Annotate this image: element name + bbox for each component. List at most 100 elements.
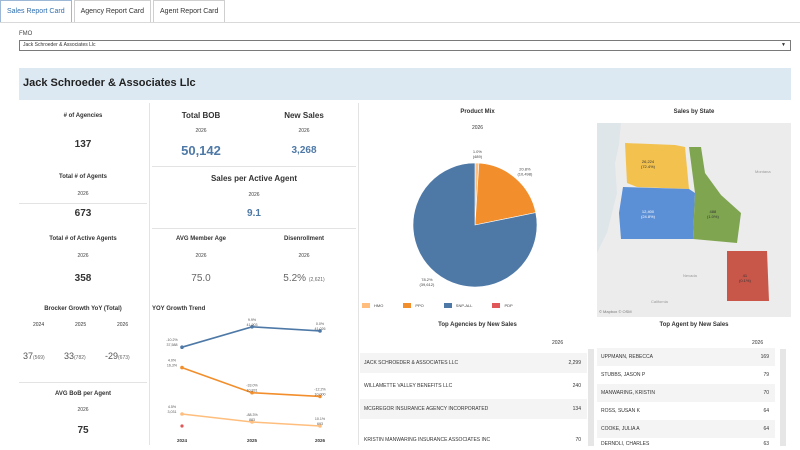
trend-point[interactable] — [180, 365, 184, 370]
product-mix-pie: 1.0% (489) 20.8% (10,498) 78.2% (39,612) — [412, 149, 538, 288]
active-agents-value: 358 — [74, 273, 92, 284]
trend-x-label: 2025 — [247, 438, 258, 443]
avg-bob-title: AVG BoB per Agent — [54, 391, 111, 397]
new-sales-year: 2026 — [298, 128, 310, 134]
agency-name: JACK SCHROEDER & ASSOCIATES LLC — [364, 360, 459, 366]
avg-member-age-card: AVG Member Age 2026 75.0 — [152, 230, 250, 292]
state-wa[interactable] — [625, 143, 689, 189]
trend-line-0 — [181, 325, 321, 348]
total-agents-card: Total # of Agents 2026 673 — [19, 168, 147, 226]
map-credit: © Mapbox © OSM — [599, 309, 632, 314]
divider — [152, 228, 356, 229]
table-row[interactable]: MCGREGOR INSURANCE AGENCY INCORPORATED 1… — [360, 399, 587, 419]
legend-swatch-ppo — [403, 303, 412, 308]
tab-agency-report-card[interactable]: Agency Report Card — [73, 0, 152, 22]
legend-label-snp-all: SNP-ALL — [455, 303, 473, 308]
legend-label-hmo: HMO — [374, 303, 384, 308]
agencies-value: 137 — [74, 139, 92, 150]
agency-value: 2,299 — [568, 360, 581, 366]
agencies-scrollbar[interactable] — [588, 349, 594, 446]
product-mix-legend: HMO PPO SNP-ALL PDP — [362, 303, 513, 308]
agent-name: UPPMANN, REBECCA — [601, 354, 653, 360]
broker-value-2026: -29 — [105, 351, 119, 361]
avg-age-year: 2026 — [195, 253, 207, 259]
state-label-id: 488 (1.0%) — [707, 209, 719, 219]
agent-value: 64 — [763, 408, 769, 414]
table-row[interactable]: MANWARING, KRISTIN 70 — [597, 384, 775, 402]
active-agents-title: Total # of Active Agents — [49, 236, 117, 242]
trend-label: 0.0% 41,026 — [315, 322, 326, 331]
agencies-card: # of Agencies 137 — [19, 103, 147, 163]
total-bob-year: 2026 — [195, 128, 207, 134]
table-row[interactable]: KRISTIN MANWARING INSURANCE ASSOCIATES I… — [360, 430, 587, 450]
tab-agent-report-card[interactable]: Agent Report Card — [153, 0, 226, 22]
trend-label: 10.1% 693 — [315, 417, 326, 426]
table-row[interactable]: STUBBS, JASON P 79 — [597, 366, 775, 384]
fmo-dropdown[interactable]: Jack Schroeder & Associates Llc ▼ — [19, 40, 791, 51]
pie-label-snp-all: 78.2% (39,612) — [419, 277, 435, 287]
total-agents-title: Total # of Agents — [59, 174, 107, 180]
divider — [19, 382, 147, 383]
agency-name: KRISTIN MANWARING INSURANCE ASSOCIATES I… — [364, 437, 491, 443]
agent-value: 64 — [763, 426, 769, 432]
avg-age-value: 75.0 — [191, 273, 211, 284]
trend-point[interactable] — [180, 345, 184, 349]
table-row[interactable]: JACK SCHROEDER & ASSOCIATES LLC 2,299 — [360, 353, 587, 373]
top-agencies-title: Top Agencies by New Sales — [438, 322, 517, 328]
new-sales-value: 3,268 — [291, 145, 317, 156]
broker-value-2025: 33 — [64, 351, 75, 361]
agent-value: 63 — [763, 441, 769, 447]
banner-title: Jack Schroeder & Associates Llc — [23, 77, 196, 89]
agent-name: STUBBS, JASON P — [601, 372, 646, 378]
divider — [19, 203, 147, 204]
table-row[interactable]: COOKE, JULIA A 64 — [597, 420, 775, 438]
sales-per-agent-card: Sales per Active Agent 2026 9.1 — [152, 168, 356, 226]
table-row[interactable]: ROSS, SUSAN K 64 — [597, 402, 775, 420]
sales-by-state-map[interactable]: 26,224 (72.4%) 12,400 (24.8%) 488 (1.0%)… — [597, 123, 791, 317]
trend-point[interactable] — [180, 412, 184, 416]
place-nevada: Nevada — [683, 273, 697, 278]
agent-name: COOKE, JULIA A — [601, 426, 640, 432]
trend-label: -88.3% 883 — [246, 413, 258, 422]
fmo-filter-label: FMO — [19, 31, 33, 37]
tab-sales-report-card[interactable]: Sales Report Card — [0, 0, 72, 22]
pie-label-hmo: 1.0% (489) — [473, 149, 483, 159]
agency-name: WILLAMETTE VALLEY BENEFITS LLC — [364, 383, 453, 389]
agents-scrollbar[interactable] — [780, 349, 786, 446]
state-or[interactable] — [619, 187, 695, 239]
trend-label: -10.2% 37,588 — [166, 338, 178, 347]
table-row[interactable]: DERNDLI, CHARLES 63 — [597, 438, 775, 450]
agent-value: 70 — [763, 390, 769, 396]
agencies-title: # of Agencies — [63, 113, 103, 119]
table-row[interactable]: UPPMANN, REBECCA 169 — [597, 348, 775, 366]
trend-label: -33.0% 10,831 — [246, 384, 258, 393]
agent-name: ROSS, SUSAN K — [601, 408, 640, 414]
disenrollment-card: Disenrollment 2026 5.2% (2,621) — [252, 230, 356, 292]
broker-growth-title: Brocker Growth YoY (Total) — [44, 306, 122, 312]
trend-label: 4.5% 3,031 — [168, 405, 177, 414]
table-row[interactable]: WILLAMETTE VALLEY BENEFITS LLC 240 — [360, 376, 587, 396]
broker-year-2024: 2024 — [33, 322, 45, 328]
agency-value: 70 — [575, 437, 581, 443]
top-agents-year: 2026 — [752, 340, 764, 346]
pie-label-ppo: 20.8% (10,498) — [517, 167, 533, 177]
legend-swatch-hmo — [362, 303, 370, 308]
legend-swatch-snp-all — [443, 303, 452, 308]
agency-value: 134 — [572, 406, 581, 412]
active-agents-card: Total # of Active Agents 2026 358 — [19, 230, 147, 292]
trend-point[interactable] — [180, 424, 184, 428]
chevron-down-icon[interactable]: ▼ — [781, 41, 786, 50]
legend-label-pdp: PDP — [504, 303, 513, 308]
trend-label: 4.0% 16,3% — [167, 359, 178, 368]
column-divider — [149, 103, 150, 445]
trend-label: -12.2% 10,000 — [314, 387, 326, 396]
broker-value-2024: 37 — [23, 351, 34, 361]
disenrollment-sub: (2,621) — [308, 277, 325, 283]
avg-bob-year: 2026 — [77, 407, 89, 413]
fmo-selected-value: Jack Schroeder & Associates Llc — [23, 42, 96, 48]
sales-per-agent-value: 9.1 — [247, 208, 261, 219]
fmo-banner: Jack Schroeder & Associates Llc — [19, 68, 791, 100]
trend-x-label: 2026 — [315, 438, 326, 443]
yoy-trend-chart: -10.2% 37,588 9.9% 41,903 0.0% 41,026 4.0% 16,3… — [166, 318, 326, 443]
product-mix-title: Product Mix — [460, 109, 495, 115]
